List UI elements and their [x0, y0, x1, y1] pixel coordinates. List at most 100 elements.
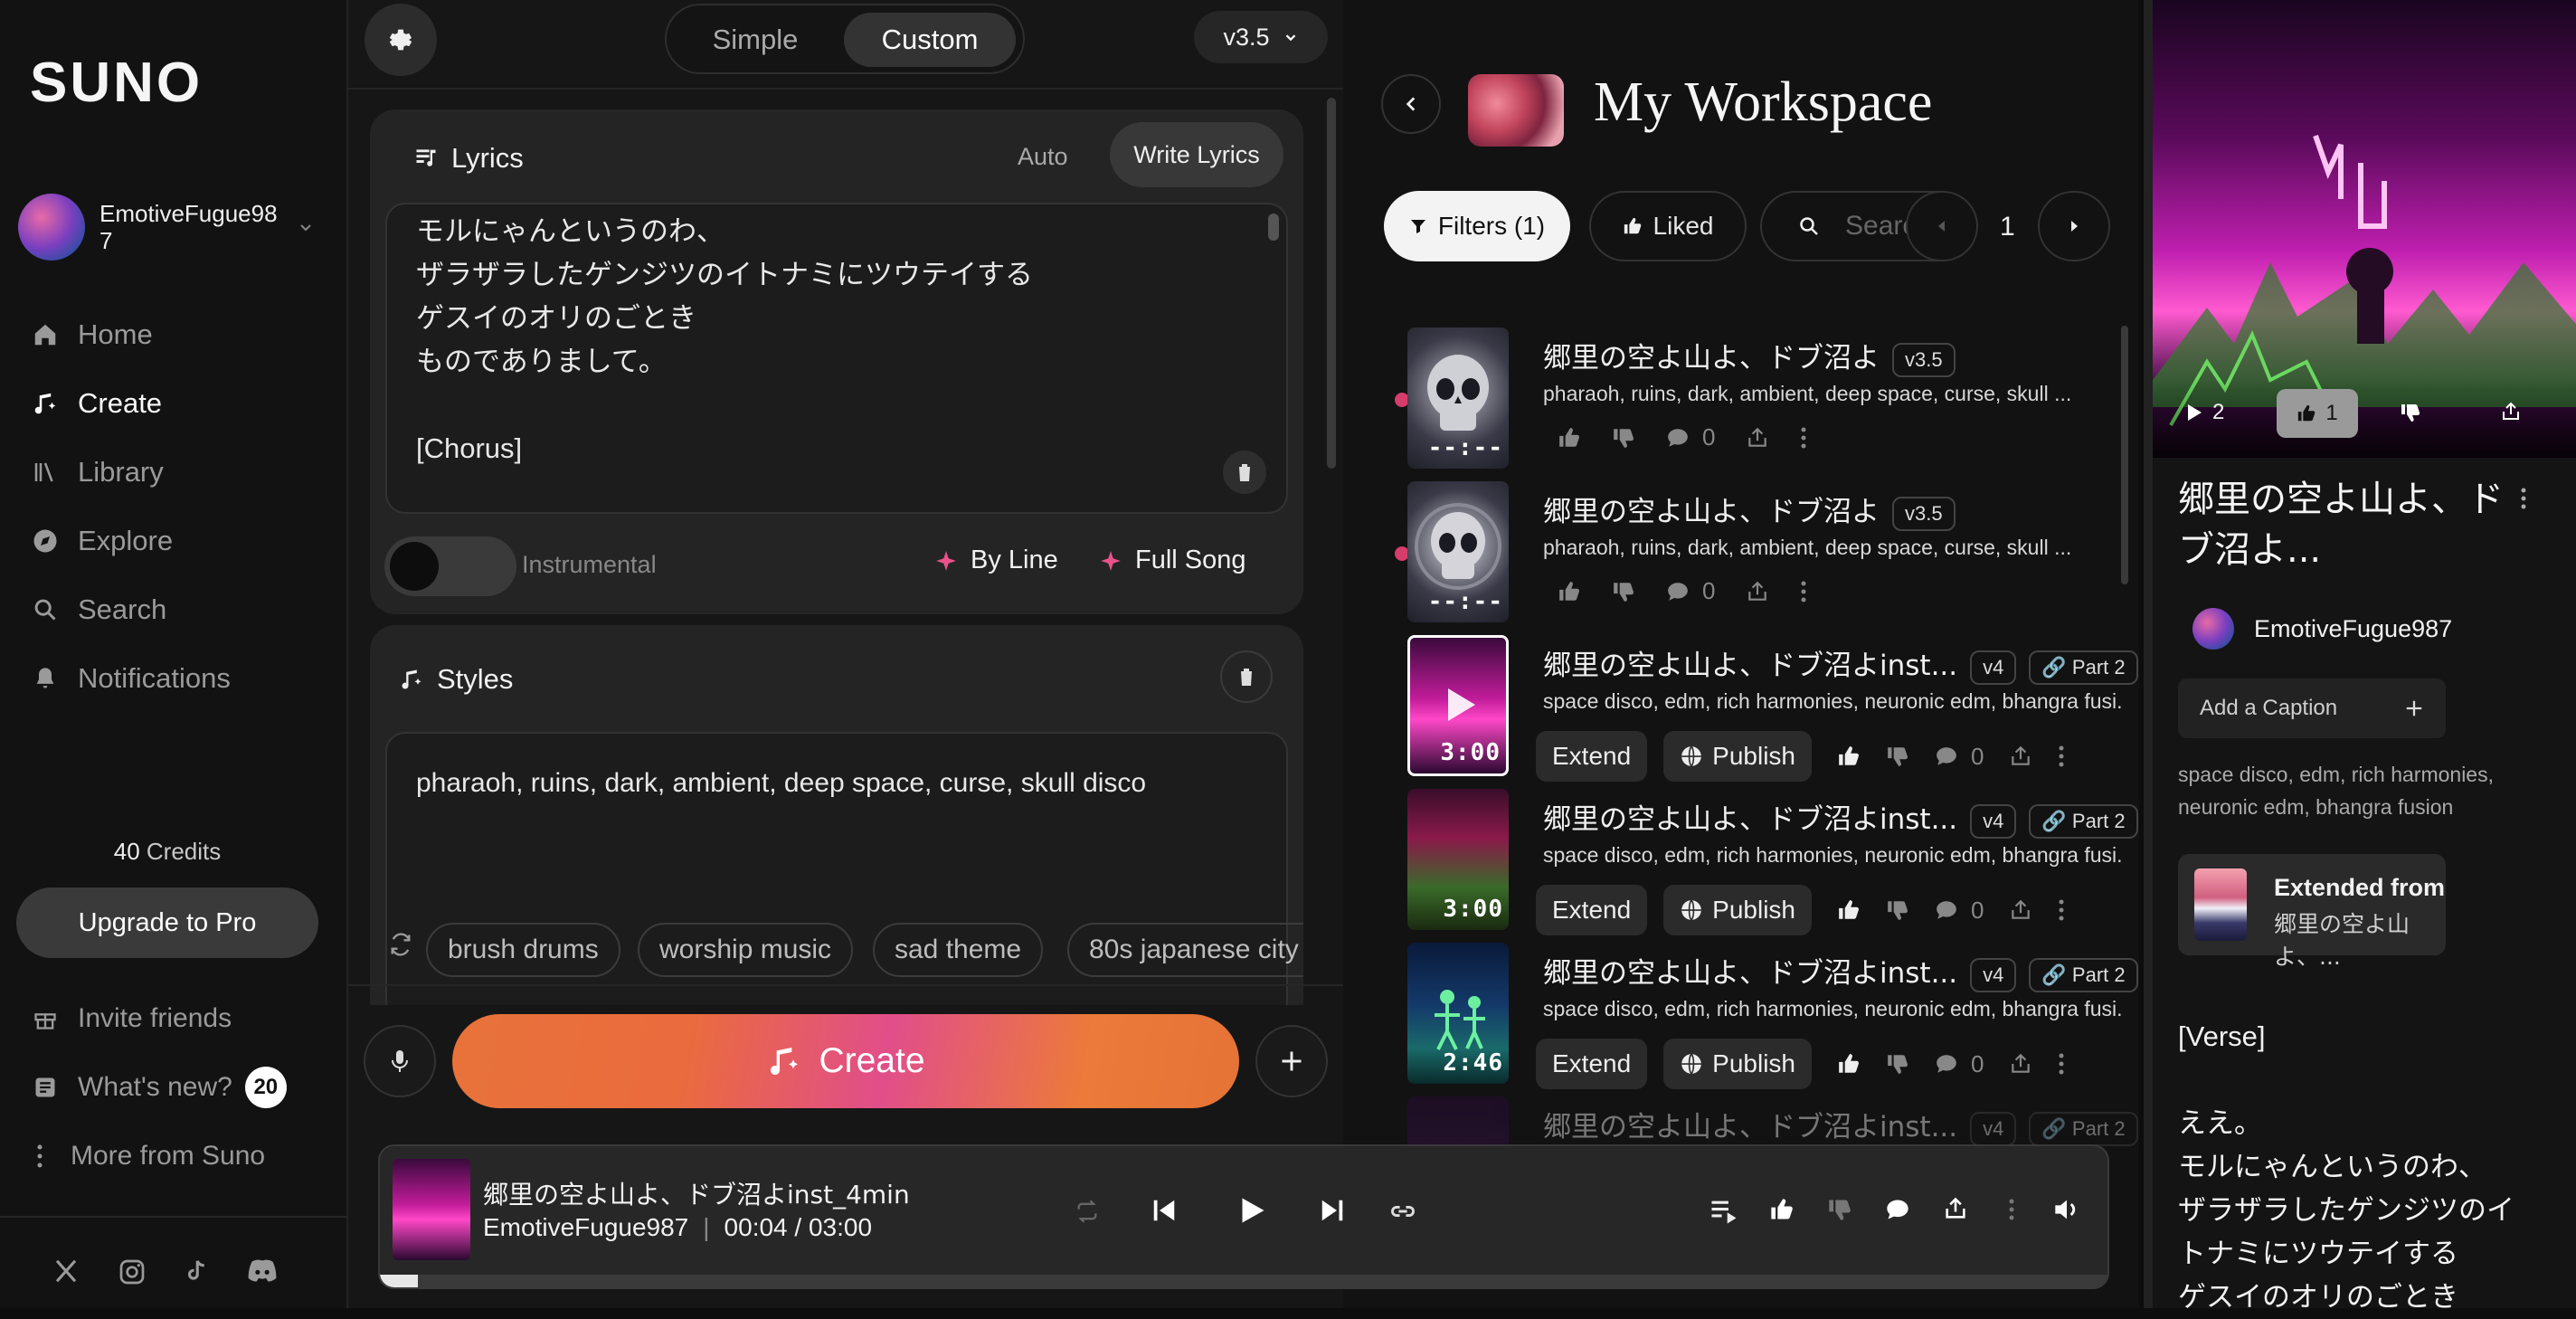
nav-library[interactable]: Library: [29, 445, 164, 499]
thumbs-down-icon[interactable]: [1886, 745, 1909, 768]
song-title[interactable]: 郷里の空よ山よ、ドブ沼よinst... v4 🔗 Part 2: [1543, 950, 2138, 992]
comment-icon[interactable]: [1885, 1197, 1910, 1222]
thumbs-up-icon[interactable]: [1558, 580, 1581, 603]
style-chip[interactable]: 80s japanese city pop: [1067, 923, 1303, 977]
share-icon[interactable]: [2009, 745, 2032, 768]
upgrade-button[interactable]: Upgrade to Pro: [16, 887, 318, 958]
song-title[interactable]: 郷里の空よ山よ、ドブ沼よ v3.5: [1543, 489, 1956, 531]
tiktok-icon[interactable]: [183, 1257, 215, 1290]
part-badge[interactable]: 🔗 Part 2: [2029, 650, 2138, 685]
suno-logo[interactable]: SUNO: [30, 51, 203, 115]
nav-search[interactable]: Search: [29, 583, 166, 637]
voice-input-button[interactable]: [364, 1025, 436, 1097]
instrumental-toggle[interactable]: [384, 536, 516, 596]
queue-icon[interactable]: [1709, 1199, 1738, 1224]
song-title[interactable]: 郷里の空よ山よ、ドブ沼よinst... v4 🔗 Part 2: [1543, 642, 2138, 685]
song-row[interactable]: --:-- 郷里の空よ山よ、ドブ沼よ v3.5 pharaoh, ruins, d…: [1395, 481, 2126, 626]
extended-from-card[interactable]: Extended from 郷里の空よ山よ、...: [2178, 854, 2446, 970]
part-badge[interactable]: 🔗 Part 2: [2029, 957, 2138, 992]
share-icon[interactable]: [1746, 580, 1769, 603]
add-caption-input[interactable]: Add a Caption: [2178, 678, 2446, 738]
publish-button[interactable]: Publish: [1663, 885, 1813, 935]
x-icon[interactable]: [52, 1257, 85, 1290]
song-row[interactable]: --:-- 郷里の空よ山よ、ドブ沼よ v3.5 pharaoh, ruins, d…: [1395, 327, 2126, 472]
thumbs-up-icon[interactable]: [1837, 898, 1861, 922]
extend-button[interactable]: Extend: [1536, 1039, 1648, 1089]
thumbs-down-icon[interactable]: [1827, 1197, 1852, 1222]
skip-back-icon[interactable]: [1151, 1197, 1178, 1224]
nav-home[interactable]: Home: [29, 308, 153, 362]
thumbs-down-icon[interactable]: [1886, 898, 1909, 922]
song-row[interactable]: 3:00 郷里の空よ山よ、ドブ沼よinst... v4 🔗 Part 2 space…: [1402, 789, 2138, 935]
settings-button[interactable]: [365, 4, 437, 76]
clear-styles-button[interactable]: [1220, 650, 1273, 703]
publish-button[interactable]: Publish: [1663, 1039, 1813, 1089]
invite-friends-link[interactable]: Invite friends: [29, 992, 232, 1046]
song-row[interactable]: 2:46 郷里の空よ山よ、ドブ沼よinst... v4 🔗 Part 2 space…: [1402, 943, 2138, 1089]
mode-simple-tab[interactable]: Simple: [674, 13, 837, 67]
thumbs-down-icon[interactable]: [1612, 426, 1635, 450]
full-song-button[interactable]: Full Song: [1099, 546, 1246, 575]
now-playing-artist[interactable]: EmotiveFugue987: [483, 1213, 688, 1242]
more-vertical-icon[interactable]: [2058, 745, 2065, 768]
create-button[interactable]: Create: [452, 1014, 1239, 1108]
more-vertical-icon[interactable]: [2008, 1197, 2015, 1222]
volume-icon[interactable]: [2053, 1197, 2080, 1222]
share-icon[interactable]: [2009, 1052, 2032, 1076]
extend-button[interactable]: Extend: [1536, 885, 1648, 935]
thumbs-up-icon[interactable]: [1837, 745, 1861, 768]
style-chip[interactable]: worship music: [638, 923, 854, 977]
part-badge[interactable]: 🔗 Part 2: [2029, 1111, 2138, 1146]
song-title[interactable]: 郷里の空よ山よ、ドブ沼よinst... v4 🔗 Part 2: [1543, 1104, 2138, 1146]
share-icon[interactable]: [1943, 1195, 1968, 1222]
playback-progress-bar[interactable]: [380, 1275, 2107, 1287]
thumbs-up-icon[interactable]: [1769, 1197, 1795, 1222]
part-badge[interactable]: 🔗 Part 2: [2029, 803, 2138, 839]
prev-page-button[interactable]: [1906, 191, 1978, 261]
mode-custom-tab[interactable]: Custom: [844, 13, 1016, 67]
comments[interactable]: 0: [1935, 897, 1984, 925]
lyrics-textarea[interactable]: モルにゃんというのわ、 ザラザラしたゲンジツのイトナミにツウテイする ゲスイのオ…: [385, 203, 1288, 514]
skip-forward-icon[interactable]: [1319, 1197, 1346, 1224]
by-line-button[interactable]: By Line: [934, 546, 1058, 575]
lyrics-auto-tab[interactable]: Auto: [1018, 143, 1068, 171]
song-thumbnail[interactable]: 3:00: [1407, 789, 1509, 930]
comments[interactable]: 0: [1666, 423, 1715, 451]
scrollbar[interactable]: [1327, 98, 1336, 469]
cover-art[interactable]: 2 1: [2153, 0, 2576, 458]
song-thumbnail[interactable]: --:--: [1407, 481, 1509, 622]
repeat-icon[interactable]: [1075, 1199, 1100, 1224]
style-chip[interactable]: brush drums: [426, 923, 620, 977]
nav-notifications[interactable]: Notifications: [29, 651, 231, 706]
now-playing-title[interactable]: 郷里の空よ山よ、ドブ沼よinst_4min: [483, 1175, 910, 1211]
share-icon[interactable]: [2009, 898, 2032, 922]
model-version-select[interactable]: v3.5: [1194, 11, 1328, 63]
artist-link[interactable]: EmotiveFugue987: [2192, 608, 2452, 650]
refresh-icon[interactable]: [388, 932, 413, 957]
scrollbar[interactable]: [2121, 326, 2128, 584]
thumbs-down-icon[interactable]: [2400, 402, 2421, 423]
liked-filter-button[interactable]: Liked: [1589, 191, 1747, 261]
comments[interactable]: 0: [1666, 577, 1715, 605]
more-vertical-icon[interactable]: [2520, 487, 2527, 510]
more-vertical-icon[interactable]: [2058, 898, 2065, 922]
clear-lyrics-button[interactable]: [1223, 451, 1266, 494]
now-playing-thumbnail[interactable]: [393, 1159, 470, 1260]
user-profile-button[interactable]: EmotiveFugue987: [18, 188, 326, 266]
publish-button[interactable]: Publish: [1663, 731, 1813, 782]
comments[interactable]: 0: [1935, 1050, 1984, 1078]
thumbs-up-icon[interactable]: [1837, 1052, 1861, 1076]
discord-icon[interactable]: [246, 1257, 279, 1290]
nav-create[interactable]: Create: [29, 376, 162, 431]
song-row[interactable]: 3:00 郷里の空よ山よ、ドブ沼よinst... v4 🔗 Part 2 space…: [1402, 635, 2138, 782]
song-thumbnail[interactable]: 2:46: [1407, 943, 1509, 1084]
more-from-suno-link[interactable]: More from Suno: [29, 1129, 265, 1183]
whats-new-link[interactable]: What's new? 20: [29, 1060, 287, 1115]
thumbs-down-icon[interactable]: [1612, 580, 1635, 603]
add-button[interactable]: [1255, 1025, 1328, 1097]
extend-button[interactable]: Extend: [1536, 731, 1648, 782]
next-page-button[interactable]: [2038, 191, 2110, 261]
nav-explore[interactable]: Explore: [29, 514, 173, 568]
more-vertical-icon[interactable]: [2058, 1052, 2065, 1076]
style-chip[interactable]: sad theme: [873, 923, 1044, 977]
